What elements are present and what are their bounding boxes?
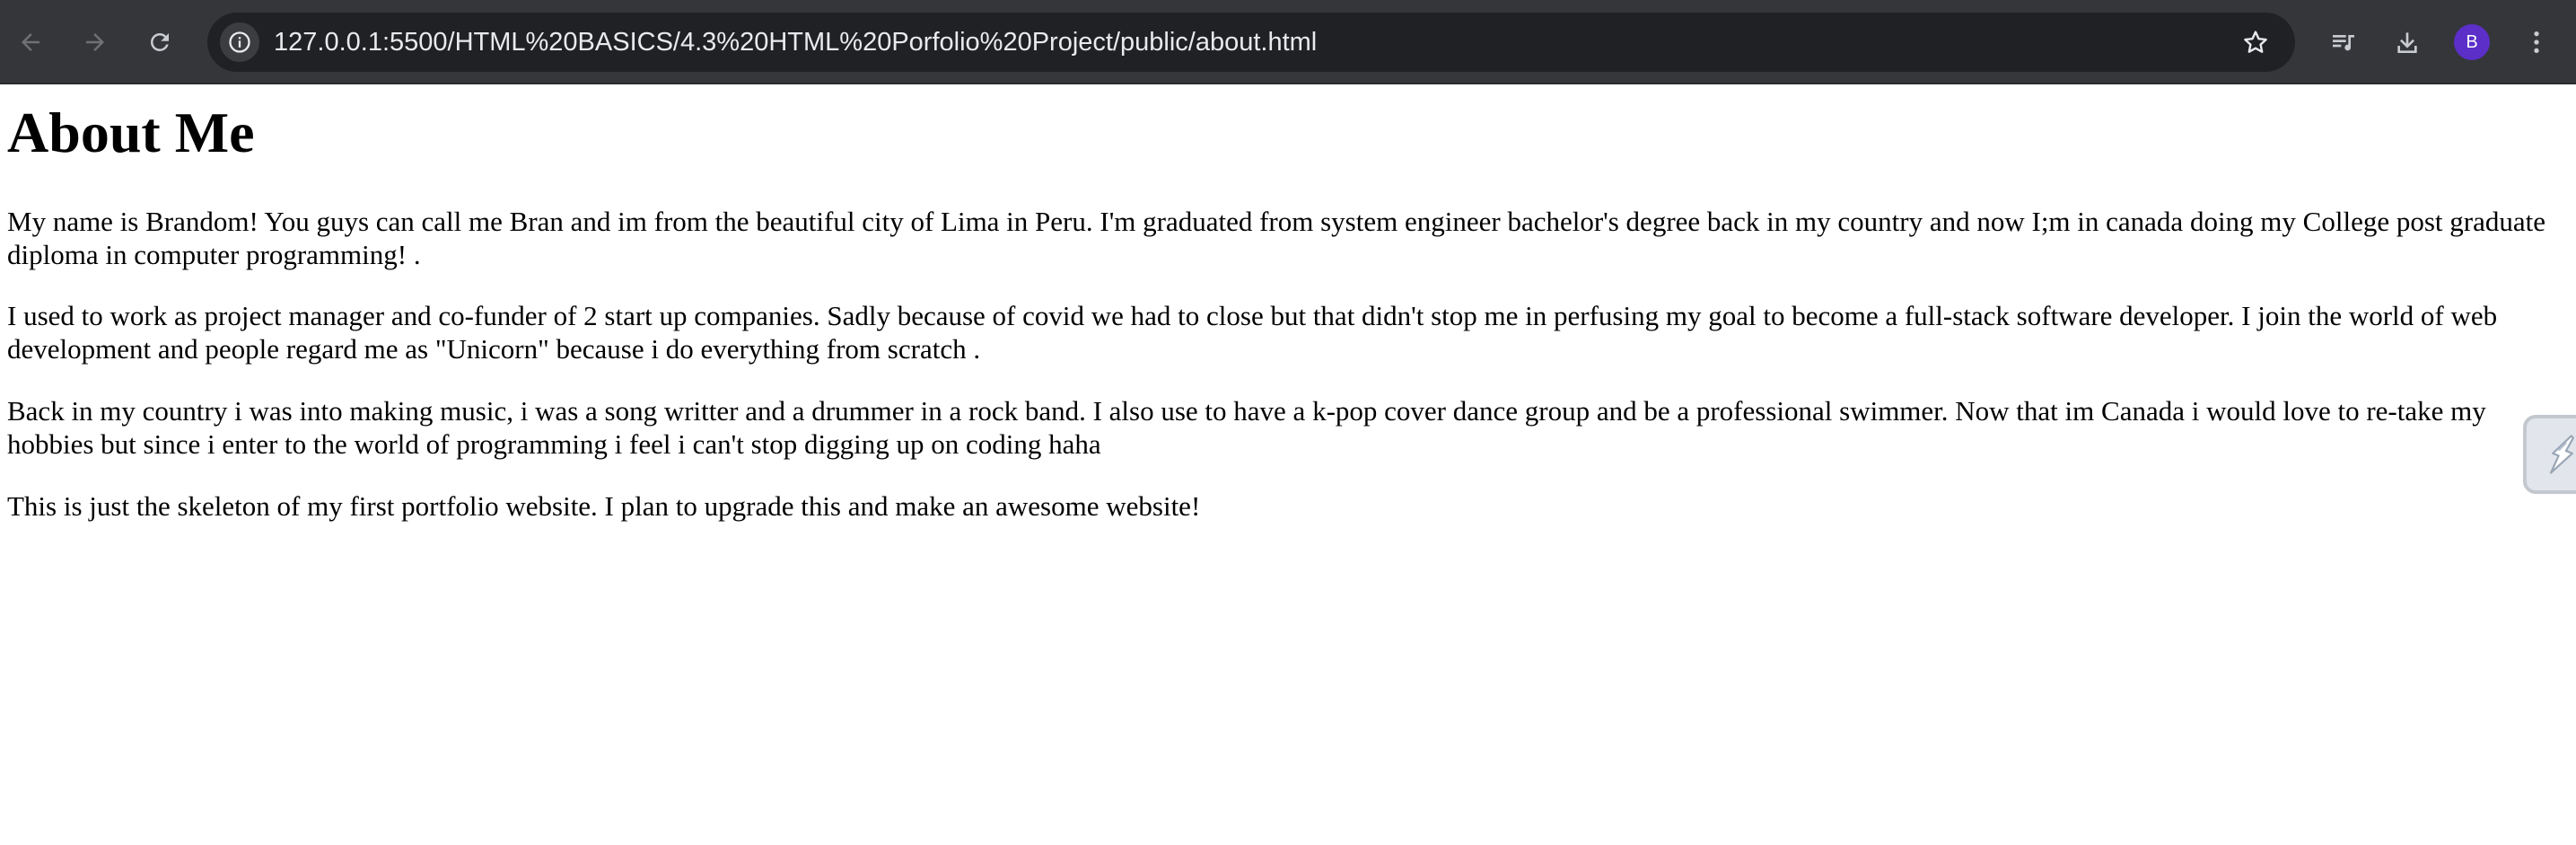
paragraph-intro: My name is Brandom! You guys can call me…: [7, 206, 2545, 270]
kebab-menu-icon: [2534, 31, 2539, 53]
download-icon: [2397, 32, 2417, 53]
back-arrow-icon: [22, 33, 39, 51]
reload-button[interactable]: [138, 21, 181, 64]
profile-avatar[interactable]: B: [2454, 24, 2490, 60]
media-queue-icon: [2333, 35, 2354, 51]
reload-icon: [150, 32, 169, 51]
star-icon: [2244, 31, 2267, 53]
extension-widget-button[interactable]: [2523, 415, 2576, 494]
lightning-extension-icon: [2549, 435, 2574, 474]
forward-button[interactable]: [74, 21, 117, 64]
browser-menu-button[interactable]: [2515, 21, 2558, 64]
bookmark-button[interactable]: [2236, 22, 2275, 62]
forward-arrow-icon: [86, 33, 104, 51]
paragraph-career: I used to work as project manager and co…: [7, 300, 2498, 365]
media-queue-button[interactable]: [2322, 21, 2365, 64]
url-text[interactable]: 127.0.0.1:5500/HTML%20BASICS/4.3%20HTML%…: [274, 13, 1317, 72]
site-info-button[interactable]: [220, 22, 259, 62]
download-button[interactable]: [2386, 21, 2429, 64]
browser-toolbar: 127.0.0.1:5500/HTML%20BASICS/4.3%20HTML%…: [0, 0, 2576, 84]
toolbar-divider: [0, 83, 2576, 84]
paragraph-hobbies: Back in my country i was into making mus…: [7, 395, 2486, 460]
site-info-icon: [229, 31, 250, 53]
page-title: About Me: [7, 101, 255, 164]
back-button[interactable]: [9, 21, 52, 64]
paragraph-closing: This is just the skeleton of my first po…: [7, 490, 1201, 522]
address-bar[interactable]: 127.0.0.1:5500/HTML%20BASICS/4.3%20HTML%…: [207, 13, 2295, 72]
